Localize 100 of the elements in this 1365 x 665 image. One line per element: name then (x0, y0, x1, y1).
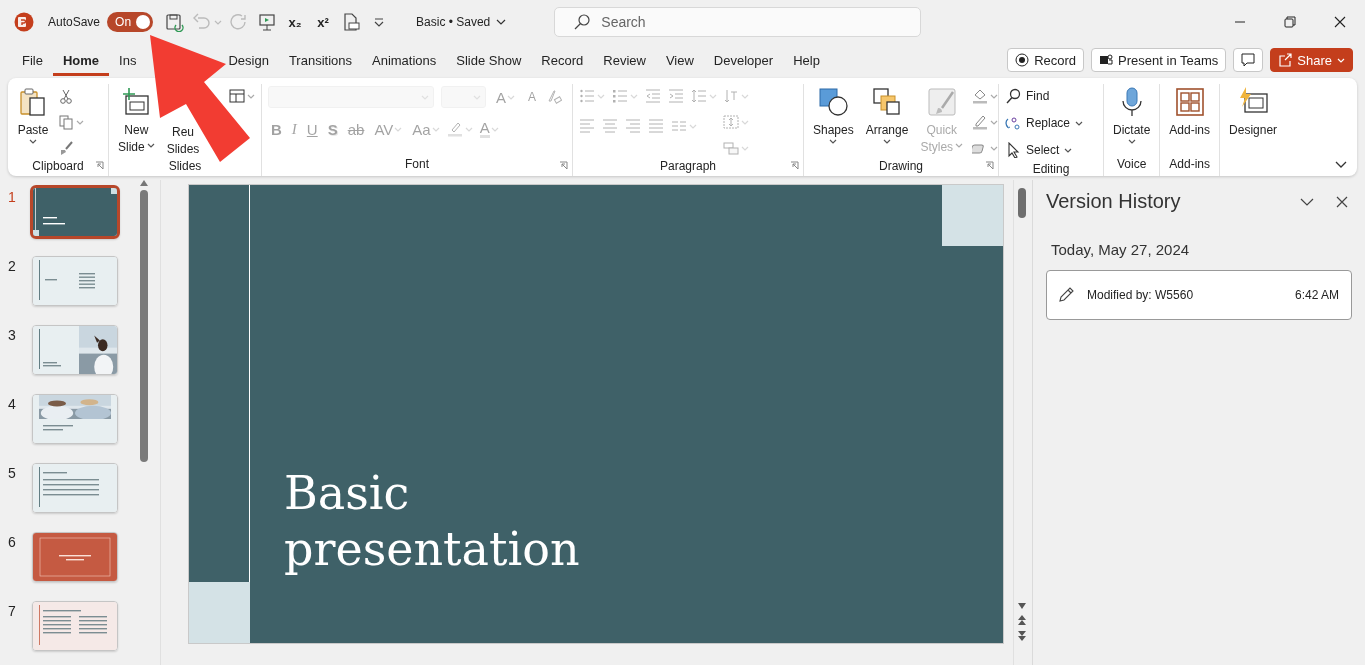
record-button[interactable]: Record (1007, 48, 1085, 72)
caret-icon (955, 143, 964, 148)
projector-screen-icon (257, 12, 278, 32)
caret-icon (29, 139, 37, 144)
numbered-list-icon (612, 88, 628, 104)
select-button[interactable]: Select (1005, 138, 1084, 162)
chevron-down-icon (1335, 161, 1347, 168)
layout-button[interactable] (229, 86, 255, 106)
copy-button[interactable] (58, 112, 84, 132)
fill-icon (972, 88, 989, 104)
arrange-button[interactable]: Arrange (862, 84, 912, 149)
slide-number: 2 (8, 257, 16, 276)
group-label: Slides (168, 159, 202, 173)
slide-thumbnail[interactable] (30, 185, 120, 239)
add-ins-button[interactable]: Add-ins (1166, 84, 1214, 140)
group-label: Font (405, 157, 429, 171)
autosave-toggle[interactable]: On (107, 12, 154, 32)
close-icon (1333, 15, 1347, 29)
slide-thumbnail[interactable] (32, 463, 118, 513)
ribbon-tab[interactable]: View (655, 47, 704, 76)
teams-button[interactable]: Present in Teams (1091, 48, 1227, 72)
reuse-slides-button[interactable]: Reu Slides (163, 122, 203, 159)
ribbon-tab[interactable]: Slide Show (446, 47, 532, 76)
print-preview-icon (341, 12, 362, 32)
caret-icon (146, 143, 155, 148)
scroll-down-icon (1018, 603, 1026, 609)
version-card[interactable]: Modified by: W5560 6:42 AM (1046, 270, 1352, 320)
accent-square (189, 582, 250, 643)
caret-icon (464, 126, 473, 132)
ribbon-tab[interactable]: Animations (362, 47, 447, 76)
replace-button[interactable]: Replace (1005, 111, 1084, 135)
group-label: Add-ins (1169, 157, 1211, 171)
collapse-ribbon-button[interactable] (1335, 161, 1347, 168)
ribbon-tab[interactable]: Transitions (278, 47, 362, 76)
superscript-button[interactable]: x² (312, 9, 335, 35)
eraser-icon (546, 89, 563, 105)
chevron-down-icon (1300, 197, 1314, 206)
brush-icon (58, 140, 74, 156)
caret-icon (689, 123, 697, 129)
close-icon (1336, 195, 1348, 208)
ribbon-tab[interactable]: File (12, 47, 53, 76)
find-button[interactable]: Find (1005, 84, 1084, 108)
ribbon-tab[interactable]: Review (593, 47, 656, 76)
teams-icon (1099, 53, 1114, 67)
caret-icon (990, 119, 999, 125)
designer-button[interactable]: Designer (1226, 84, 1281, 140)
slide-number: 7 (8, 602, 16, 621)
group-label: Voice (1117, 157, 1147, 171)
caret-icon (829, 139, 838, 144)
accent-square (942, 185, 1003, 246)
slide-thumbnail[interactable] (32, 601, 118, 651)
ribbon-tab[interactable]: Developer (703, 47, 784, 76)
new-slide-button[interactable]: New Slide (115, 84, 158, 157)
comment-button[interactable] (1233, 48, 1264, 72)
scroll-thumb[interactable] (1018, 188, 1026, 218)
caret-icon (421, 94, 429, 100)
slide-thumbnail[interactable] (32, 256, 118, 306)
ribbon-tab[interactable]: Record (531, 47, 594, 76)
shapes-button[interactable]: Shapes (810, 84, 857, 149)
brush-square-icon (925, 86, 958, 118)
grid-icon (1173, 86, 1206, 118)
search-field[interactable]: Search (554, 7, 922, 37)
autosave-label: AutoSave (48, 15, 101, 29)
ribbon-tab[interactable]: Design (218, 47, 279, 76)
subscript-button[interactable]: x₂ (284, 9, 307, 35)
slide-number: 6 (8, 533, 16, 552)
chevron-down-icon (496, 19, 507, 25)
caret-icon (490, 126, 499, 132)
caret-icon (507, 94, 515, 100)
scissors-icon (58, 88, 74, 104)
dialog-launcher-icon (95, 161, 104, 170)
document-title-button[interactable]: Basic • Saved (416, 15, 507, 29)
slide-number: 5 (8, 464, 16, 483)
copy-icon (58, 114, 74, 130)
smartart-icon (723, 140, 739, 156)
cursor-icon (1005, 142, 1021, 158)
pencil-icon (1057, 286, 1075, 304)
caret-icon (741, 145, 749, 151)
version-author: Modified by: W5560 (1087, 288, 1194, 302)
group-label: Paragraph (659, 158, 716, 173)
dictate-button[interactable]: Dictate (1110, 84, 1154, 149)
caret-icon (990, 93, 999, 99)
caret-icon (597, 93, 605, 99)
dialog-launcher-icon (790, 161, 799, 170)
slide-thumbnail[interactable] (32, 325, 118, 375)
scroll-thumb[interactable] (140, 190, 148, 462)
slide-thumbnail[interactable] (32, 532, 118, 582)
slide-number: 3 (8, 326, 16, 345)
replace-icon (1005, 115, 1021, 131)
save-icon (164, 12, 185, 32)
ribbon-tab[interactable]: Help (783, 47, 830, 76)
paste-button[interactable]: Paste (14, 84, 52, 149)
decrease-indent-icon (645, 88, 661, 104)
slide-title: Basic presentation (283, 465, 581, 578)
share-button[interactable]: Share (1270, 48, 1353, 72)
caret-icon (883, 139, 892, 144)
slide-thumbnail[interactable] (32, 394, 118, 444)
align-left-icon (579, 118, 595, 134)
restore-icon (1283, 15, 1297, 29)
ribbon-tab[interactable]: Ins (109, 47, 137, 76)
